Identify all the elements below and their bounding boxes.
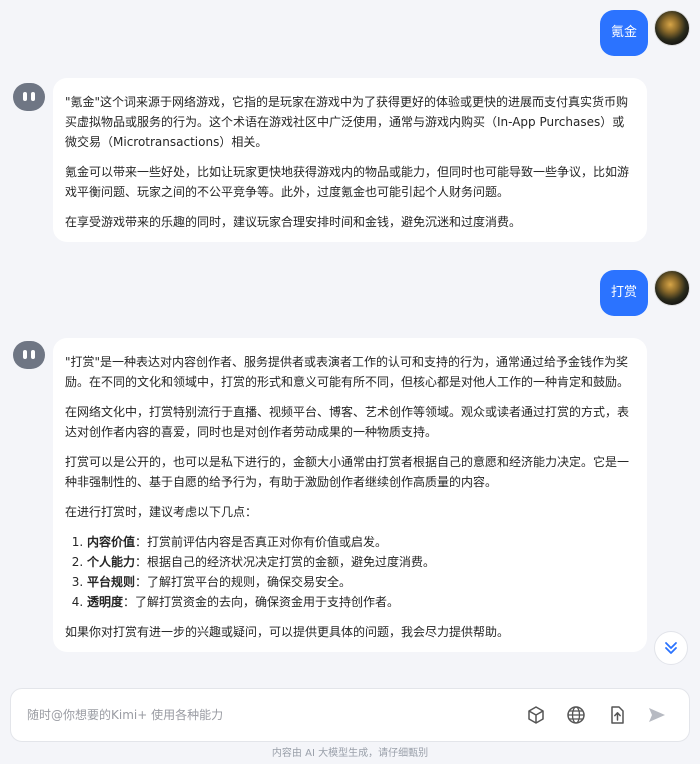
list-item-desc: ：打赏前评估内容是否真正对你有价值或启发。 (135, 535, 388, 549)
message-paragraph: 打赏可以是公开的，也可以是私下进行的，金额大小通常由打赏者根据自己的意愿和经济能… (65, 455, 630, 489)
user-message: 氪金 (599, 10, 690, 56)
list-item-term: 个人能力 (87, 555, 136, 569)
chat-input-box[interactable]: 随时@你想要的Kimi+ 使用各种能力 (10, 688, 690, 742)
list-item-term: 平台规则 (87, 575, 136, 589)
list-item: 透明度：了解打赏资金的去向，确保资金用于支持创作者。 (87, 592, 634, 612)
list-item-term: 透明度 (87, 595, 124, 609)
list-item: 个人能力：根据自己的经济状况决定打赏的金额，避免过度消费。 (87, 552, 634, 572)
web-search-button[interactable] (565, 704, 587, 726)
user-message-bubble: 打赏 (599, 270, 648, 316)
chat-input-placeholder[interactable]: 随时@你想要的Kimi+ 使用各种能力 (27, 689, 223, 741)
message-paragraph: 在网络文化中，打赏特别流行于直播、视频平台、博客、艺术创作等领域。观众或读者通过… (65, 405, 630, 439)
message-paragraph: "打赏"是一种表达对内容创作者、服务提供者或表演者工作的认可和支持的行为，通常通… (65, 355, 630, 389)
cube-icon (528, 706, 544, 724)
assistant-avatar (13, 341, 45, 369)
list-item-desc: ：了解打赏资金的去向，确保资金用于支持创作者。 (123, 595, 400, 609)
upload-file-button[interactable] (606, 704, 628, 726)
message-paragraph: 在进行打赏时，建议考虑以下几点： (65, 505, 258, 519)
list-item-term: 内容价值 (87, 535, 136, 549)
list-item-desc: ：了解打赏平台的规则，确保交易安全。 (135, 575, 352, 589)
user-avatar[interactable] (654, 270, 690, 306)
globe-icon (567, 706, 585, 724)
double-chevron-down-icon (665, 642, 677, 654)
message-paragraph: 在享受游戏带来的乐趣的同时，建议玩家合理安排时间和金钱，避免沉迷和过度消费。 (65, 215, 522, 229)
assistant-avatar (13, 83, 45, 111)
cube-button[interactable] (525, 704, 547, 726)
list-item-desc: ：根据自己的经济状况决定打赏的金额，避免过度消费。 (135, 555, 436, 569)
assistant-message-bubble: "氪金"这个词来源于网络游戏，它指的是玩家在游戏中为了获得更好的体验或更快的进展… (53, 78, 647, 242)
message-paragraph: 如果你对打赏有进一步的兴趣或疑问，可以提供更具体的问题，我会尽力提供帮助。 (65, 625, 510, 639)
tips-list: 内容价值：打赏前评估内容是否真正对你有价值或启发。 个人能力：根据自己的经济状况… (65, 532, 634, 612)
message-paragraph: "氪金"这个词来源于网络游戏，它指的是玩家在游戏中为了获得更好的体验或更快的进展… (65, 95, 629, 149)
list-item: 平台规则：了解打赏平台的规则，确保交易安全。 (87, 572, 634, 592)
user-message: 打赏 (599, 270, 690, 316)
list-item: 内容价值：打赏前评估内容是否真正对你有价值或启发。 (87, 532, 634, 552)
user-avatar[interactable] (654, 10, 690, 46)
user-message-bubble: 氪金 (599, 10, 648, 56)
assistant-message-bubble: "打赏"是一种表达对内容创作者、服务提供者或表演者工作的认可和支持的行为，通常通… (53, 338, 647, 652)
send-button[interactable] (646, 704, 668, 726)
scroll-to-bottom-button[interactable] (654, 631, 688, 665)
upload-file-icon (611, 706, 624, 724)
send-icon (649, 708, 665, 722)
message-paragraph: 氪金可以带来一些好处，比如让玩家更快地获得游戏内的物品或能力，但同时也可能导致一… (65, 165, 630, 199)
ai-disclaimer: 内容由 AI 大模型生成，请仔细甄别 (271, 748, 429, 759)
